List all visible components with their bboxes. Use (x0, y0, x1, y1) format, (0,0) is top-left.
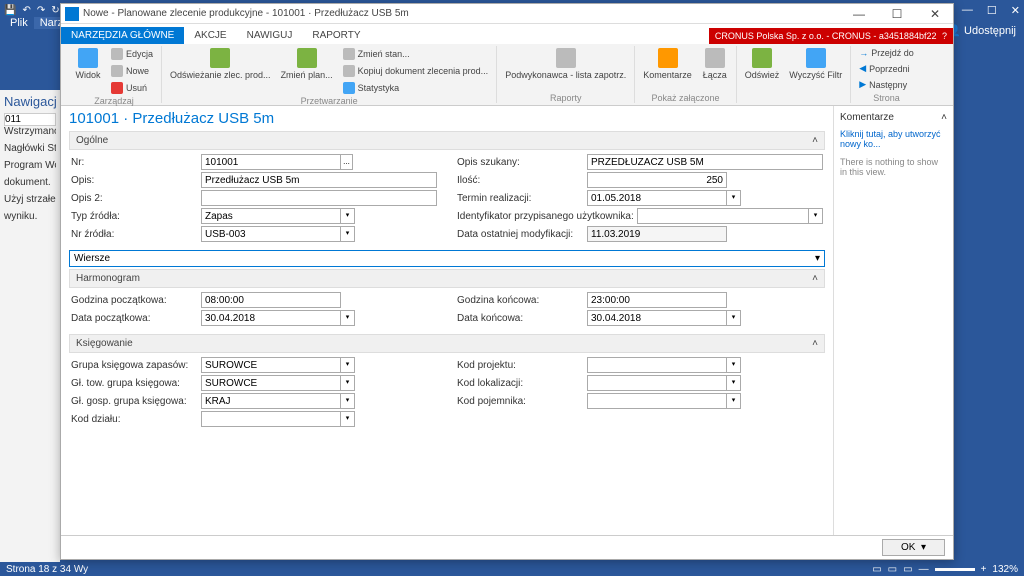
prev-button[interactable]: ◀Poprzedni (855, 61, 918, 76)
help-icon[interactable]: ? (939, 31, 947, 41)
comments-empty: There is nothing to show in this view. (840, 157, 947, 177)
datamod-field (587, 226, 727, 242)
nrzr-field[interactable] (201, 226, 341, 242)
refresh-order-button[interactable]: Odświeżanie zlec. prod... (166, 46, 275, 82)
redo-icon[interactable]: ↷ (37, 5, 45, 16)
section-wiersze: Wiersze▾ (69, 250, 825, 267)
typ-field[interactable] (201, 208, 341, 224)
section-header-wiersze[interactable]: Wiersze▾ (69, 250, 825, 267)
dp-field[interactable] (201, 310, 341, 326)
section-ksieg: Księgowanie˄ Grupa księgowa zapasów:▾ Gł… (69, 334, 825, 433)
comments-sidebar: Komentarze˄ Kliknij tutaj, aby utworzyć … (833, 106, 953, 535)
opissz-field[interactable] (587, 154, 823, 170)
word-share[interactable]: 👤 Udostępnij (947, 24, 1016, 37)
chevron-down-icon[interactable]: ▾ (341, 411, 355, 427)
chevron-down-icon[interactable]: ▾ (341, 226, 355, 242)
company-badge: CRONUS Polska Sp. z o.o. - CRONUS - a345… (709, 28, 953, 44)
chevron-down-icon[interactable]: ▾ (341, 393, 355, 409)
links-button[interactable]: Łącza (698, 46, 732, 82)
comments-button[interactable]: Komentarze (639, 46, 696, 82)
chevron-up-icon: ˄ (941, 112, 947, 123)
chevron-down-icon: ▾ (815, 253, 820, 264)
tab-reports[interactable]: RAPORTY (302, 27, 370, 44)
clear-filter-button[interactable]: Wyczyść Filtr (785, 46, 846, 82)
page-title: 101001 · Przedłużacz USB 5m (69, 110, 825, 127)
copy-doc-button[interactable]: Kopiuj dokument zlecenia prod... (339, 63, 493, 79)
nav-panel-header: Nawigacja (4, 94, 56, 109)
lookup-button[interactable]: ... (341, 154, 353, 170)
gkz-field[interactable] (201, 357, 341, 373)
new-button[interactable]: Nowe (107, 63, 157, 79)
refresh-button[interactable]: Odśwież (741, 46, 784, 82)
nav-tabs: NARZĘDZIA GŁÓWNE AKCJE NAWIGUJ RAPORTY C… (61, 24, 953, 44)
close-icon[interactable]: ✕ (1011, 4, 1020, 17)
goto-button[interactable]: →Przejdź do (855, 46, 918, 60)
min-icon[interactable]: — (845, 7, 873, 21)
next-button[interactable]: ▶Następny (855, 77, 918, 92)
min-icon[interactable]: — (962, 4, 973, 17)
change-state-button[interactable]: Zmień stan... (339, 46, 493, 62)
chevron-down-icon[interactable]: ▾ (809, 208, 823, 224)
undo-icon[interactable]: ↶ (22, 5, 30, 16)
app-icon (65, 7, 79, 21)
stats-button[interactable]: Statystyka (339, 80, 493, 96)
chevron-up-icon: ˄ (812, 273, 818, 284)
change-plan-button[interactable]: Zmień plan... (277, 46, 337, 82)
chevron-down-icon[interactable]: ▾ (341, 375, 355, 391)
kp-field[interactable] (587, 357, 727, 373)
ggsk-field[interactable] (201, 393, 341, 409)
chevron-down-icon[interactable]: ▾ (727, 190, 741, 206)
kpoj-field[interactable] (587, 393, 727, 409)
delete-button[interactable]: Usuń (107, 80, 157, 96)
chevron-down-icon[interactable]: ▾ (727, 310, 741, 326)
chevron-up-icon: ˄ (812, 338, 818, 349)
tab-actions[interactable]: AKCJE (184, 27, 236, 44)
chevron-down-icon[interactable]: ▾ (727, 393, 741, 409)
save-icon[interactable]: 💾 (4, 5, 16, 16)
section-harmon: Harmonogram˄ Godzina początkowa: Data po… (69, 269, 825, 332)
word-statusbar: Strona 18 z 34 Wy ▭▭▭ —+ 132% (0, 562, 1024, 576)
section-header-ogolne[interactable]: Ogólne˄ (69, 131, 825, 150)
chevron-down-icon[interactable]: ▾ (341, 310, 355, 326)
max-icon[interactable]: ☐ (987, 4, 997, 17)
edit-button[interactable]: Edycja (107, 46, 157, 62)
new-comment-link[interactable]: Kliknij tutaj, aby utworzyć nowy ko... (840, 129, 947, 149)
tab-navigate[interactable]: NAWIGUJ (237, 27, 303, 44)
window-title: Nowe - Planowane zlecenie produkcyjne - … (83, 8, 409, 19)
chevron-down-icon[interactable]: ▾ (341, 357, 355, 373)
view-button[interactable]: Widok (71, 46, 105, 82)
chevron-down-icon[interactable]: ▾ (727, 375, 741, 391)
nav-panel-search[interactable] (4, 113, 56, 126)
gp-field[interactable] (201, 292, 341, 308)
dk-field[interactable] (587, 310, 727, 326)
gtgk-field[interactable] (201, 375, 341, 391)
section-header-harmon[interactable]: Harmonogram˄ (69, 269, 825, 288)
tab-home[interactable]: NARZĘDZIA GŁÓWNE (61, 27, 184, 44)
max-icon[interactable]: ☐ (883, 7, 911, 21)
chevron-up-icon: ˄ (812, 135, 818, 146)
kl-field[interactable] (587, 375, 727, 391)
close-icon[interactable]: ✕ (921, 7, 949, 21)
nr-field[interactable] (201, 154, 341, 170)
refresh-icon[interactable]: ↻ (51, 5, 59, 16)
subcontract-button[interactable]: Podwykonawca - lista zapotrz. (501, 46, 630, 82)
termin-field[interactable] (587, 190, 727, 206)
chevron-down-icon[interactable]: ▾ (727, 357, 741, 373)
ribbon: Widok Edycja Nowe Usuń Zarządzaj Odśwież… (61, 44, 953, 106)
ident-field[interactable] (637, 208, 809, 224)
opis2-field[interactable] (201, 190, 437, 206)
opis-field[interactable] (201, 172, 437, 188)
nav-window: Nowe - Planowane zlecenie produkcyjne - … (60, 3, 954, 560)
comments-header[interactable]: Komentarze˄ (840, 112, 947, 123)
nav-titlebar: Nowe - Planowane zlecenie produkcyjne - … (61, 4, 953, 24)
ok-button[interactable]: OK ▾ (882, 539, 945, 556)
ilosc-field[interactable] (587, 172, 727, 188)
gk-field[interactable] (587, 292, 727, 308)
section-ogolne: Ogólne˄ Nr:... Opis: Opis 2: Typ źródła:… (69, 131, 825, 248)
word-nav-panel: Nawigacja Wstrzymano wyszu Nagłówki Str … (0, 90, 60, 562)
section-header-ksieg[interactable]: Księgowanie˄ (69, 334, 825, 353)
footer: OK ▾ (61, 535, 953, 559)
chevron-down-icon[interactable]: ▾ (341, 208, 355, 224)
kd-field[interactable] (201, 411, 341, 427)
